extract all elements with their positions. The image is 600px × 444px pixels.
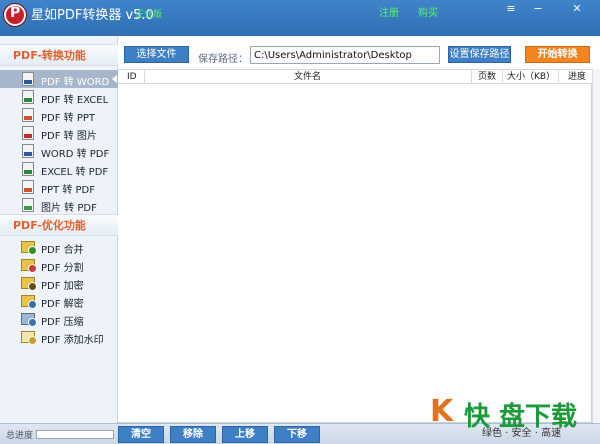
sidebar-item-pdf-to-word[interactable]: PDF 转 WORD: [0, 70, 118, 88]
total-progress-bar: [36, 430, 114, 439]
excel-file-icon: [22, 90, 34, 104]
word-file-icon: [22, 144, 34, 158]
sidebar-item-pdf-to-ppt[interactable]: PDF 转 PPT: [0, 106, 118, 124]
sidebar-item-ppt-to-pdf[interactable]: PPT 转 PDF: [0, 178, 118, 196]
vertical-scrollbar[interactable]: [592, 69, 600, 423]
clear-button[interactable]: 清空: [118, 426, 164, 443]
move-down-button[interactable]: 下移: [274, 426, 320, 443]
sidebar-item-label: PDF 分割: [41, 263, 84, 274]
image-file-icon: [22, 126, 34, 140]
sidebar-item-excel-to-pdf[interactable]: EXCEL 转 PDF: [0, 160, 118, 178]
sidebar-item-label: PDF 转 EXCEL: [41, 95, 109, 106]
sidebar-item-label: PDF 转 图片: [41, 131, 97, 142]
site-watermark-logo: K 快 盘下载 绿色 · 安全 · 高速: [430, 390, 600, 444]
sidebar-item-pdf-watermark[interactable]: PDF 添加水印: [0, 328, 118, 346]
column-divider: [558, 70, 559, 84]
remove-button[interactable]: 移除: [170, 426, 216, 443]
column-filename[interactable]: 文件名: [294, 71, 321, 84]
column-divider: [502, 70, 503, 84]
app-logo: [4, 4, 26, 26]
title-bar: 星如PDF转换器 v5.0 正式版 注册 购买 ≡ − ✕: [0, 0, 600, 36]
ppt-file-icon: [22, 108, 34, 122]
minimize-icon[interactable]: −: [527, 1, 549, 17]
save-path-input[interactable]: [250, 46, 440, 64]
sidebar-item-pdf-to-image[interactable]: PDF 转 图片: [0, 124, 118, 142]
sidebar-item-pdf-split[interactable]: PDF 分割: [0, 256, 118, 274]
menu-icon[interactable]: ≡: [500, 1, 522, 17]
watermark-k: K: [430, 394, 454, 429]
table-header: ID 文件名 页数 大小（KB） 进度: [118, 69, 592, 84]
sidebar-item-pdf-compress[interactable]: PDF 压缩: [0, 310, 118, 328]
column-pages[interactable]: 页数: [478, 71, 496, 84]
folder-split-icon: [21, 259, 37, 273]
lock-icon: [21, 277, 37, 291]
ppt-file-icon: [22, 180, 34, 194]
word-file-icon: [22, 72, 34, 86]
sidebar-item-label: PDF 解密: [41, 299, 84, 310]
register-link[interactable]: 注册: [379, 4, 399, 19]
set-save-path-button[interactable]: 设置保存路径: [448, 46, 511, 63]
move-up-button[interactable]: 上移: [222, 426, 268, 443]
save-path-label: 保存路径：: [198, 54, 248, 65]
sidebar-item-label: PDF 转 WORD: [41, 77, 110, 88]
watermark-icon: [21, 331, 37, 345]
folder-merge-icon: [21, 241, 37, 255]
file-table[interactable]: ID 文件名 页数 大小（KB） 进度: [118, 69, 592, 423]
app-edition-tag: 正式版: [135, 10, 163, 20]
sidebar-item-pdf-to-excel[interactable]: PDF 转 EXCEL: [0, 88, 118, 106]
sidebar: PDF-转换功能 PDF 转 WORD PDF 转 EXCEL PDF 转 PP…: [0, 36, 118, 423]
sidebar-item-label: PDF 压缩: [41, 317, 84, 328]
total-progress-label: 总进度: [6, 431, 34, 441]
image-file-icon: [22, 198, 34, 212]
compress-icon: [21, 313, 37, 327]
unlock-icon: [21, 295, 37, 309]
sidebar-item-word-to-pdf[interactable]: WORD 转 PDF: [0, 142, 118, 160]
sidebar-item-label: PDF 合并: [41, 245, 84, 256]
column-id[interactable]: ID: [127, 71, 137, 84]
column-size[interactable]: 大小（KB）: [507, 71, 555, 84]
excel-file-icon: [22, 162, 34, 176]
sidebar-item-label: PDF 转 PPT: [41, 113, 96, 124]
convert-section-header: PDF-转换功能: [0, 44, 118, 66]
column-divider: [471, 70, 472, 84]
column-divider: [144, 70, 145, 84]
sidebar-item-pdf-merge[interactable]: PDF 合并: [0, 238, 118, 256]
sidebar-item-image-to-pdf[interactable]: 图片 转 PDF: [0, 196, 118, 214]
sidebar-item-label: PPT 转 PDF: [41, 185, 96, 196]
select-file-button[interactable]: 选择文件: [124, 46, 189, 63]
start-convert-button[interactable]: 开始转换: [525, 46, 590, 63]
sidebar-item-pdf-decrypt[interactable]: PDF 解密: [0, 292, 118, 310]
column-progress[interactable]: 进度: [568, 71, 586, 84]
watermark-slogan: 绿色 · 安全 · 高速: [482, 428, 562, 439]
sidebar-item-label: WORD 转 PDF: [41, 149, 110, 160]
close-icon[interactable]: ✕: [566, 1, 588, 17]
sidebar-item-label: PDF 添加水印: [41, 335, 104, 346]
sidebar-item-label: 图片 转 PDF: [41, 203, 97, 214]
sidebar-item-label: EXCEL 转 PDF: [41, 167, 109, 178]
sidebar-item-label: PDF 加密: [41, 281, 84, 292]
sidebar-item-pdf-encrypt[interactable]: PDF 加密: [0, 274, 118, 292]
optimize-section-header: PDF-优化功能: [0, 214, 118, 236]
buy-link[interactable]: 购买: [418, 4, 438, 19]
